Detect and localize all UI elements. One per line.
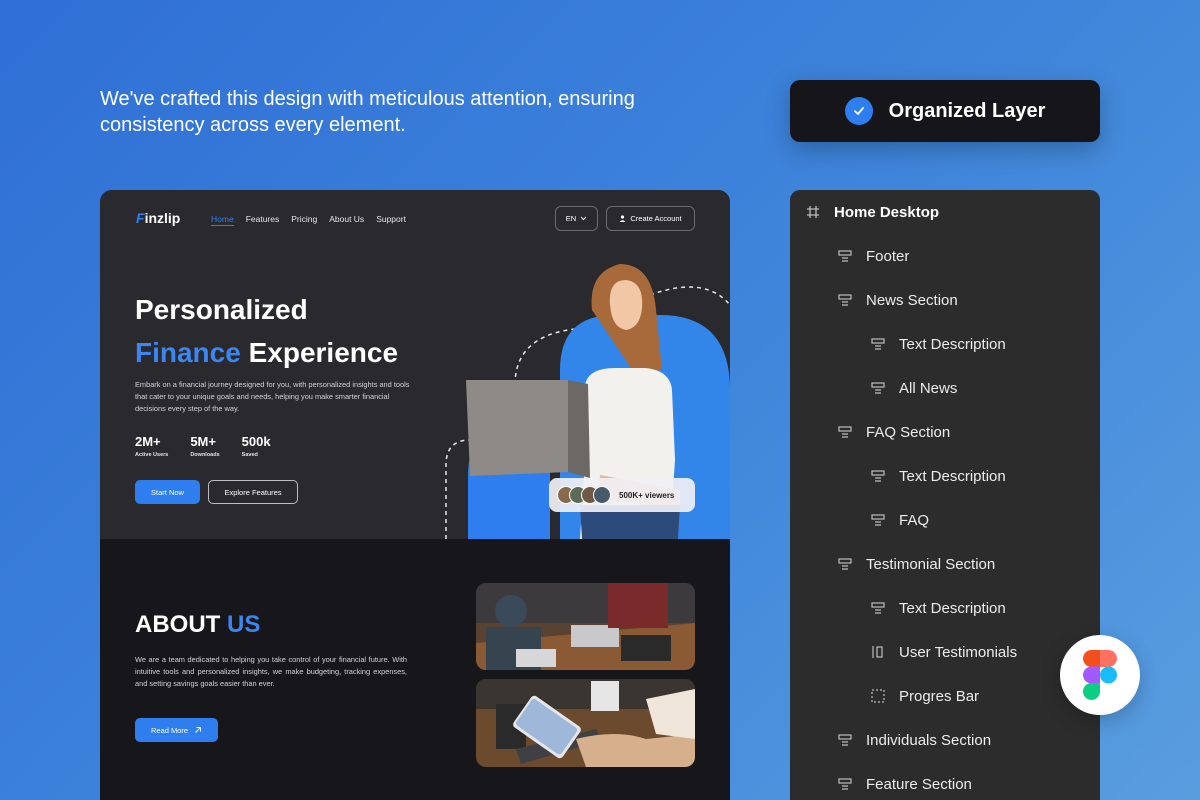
layer-feature-section[interactable]: Feature Section [836,772,972,796]
website-mockup: Finzlip Home Features Pricing About Us S… [100,190,730,800]
hero-description: Embark on a financial journey designed f… [135,380,410,413]
viewers-badge: 500K+ viewers [549,478,695,512]
start-now-button[interactable]: Start Now [135,480,200,504]
layer-testimonial-section[interactable]: Testimonial Section [836,552,995,576]
tagline: We've crafted this design with meticulou… [100,88,635,136]
organized-layer-badge: Organized Layer [790,80,1100,142]
layer-testimonial-text-description[interactable]: Text Description [869,596,1006,620]
viewer-avatars [557,486,611,504]
nav-features[interactable]: Features [246,214,280,226]
stat-saved: 500k Saved [241,434,271,458]
nav-support[interactable]: Support [376,214,406,226]
section-icon [869,467,887,485]
arrow-up-right-icon [195,727,202,733]
section-icon [869,599,887,617]
section-icon [869,511,887,529]
stat-downloads: 5M+ Downloads [190,434,220,458]
avatar [593,486,611,504]
layer-all-news[interactable]: All News [869,376,957,400]
about-description: We are a team dedicated to helping you t… [135,655,407,688]
section-icon [836,291,854,309]
frame-hash-icon [804,203,822,221]
layer-news-text-description[interactable]: Text Description [869,332,1006,356]
hero-title: Personalized Finance Experience [135,294,399,368]
nav-home[interactable]: Home [211,214,234,226]
section-icon [836,247,854,265]
section-icon [836,775,854,793]
badge-label: Organized Layer [888,99,1046,122]
section-icon [836,731,854,749]
chevron-down-icon [580,216,587,221]
explore-features-button[interactable]: Explore Features [208,480,298,504]
section-icon [869,379,887,397]
stat-active-users: 2M+ Active Users [135,434,169,458]
language-selector[interactable]: EN [555,206,598,231]
create-account-label: Create Account [630,214,682,223]
figma-logo [1060,635,1140,715]
language-label: EN [565,214,577,223]
section-icon [869,335,887,353]
nav-pricing[interactable]: Pricing [291,214,317,226]
section-icon [836,555,854,573]
nav-about-us[interactable]: About Us [329,214,364,226]
navbar: Finzlip Home Features Pricing About Us S… [100,190,730,248]
user-icon [619,215,626,222]
phone-payment-photo [476,679,695,767]
team-meeting-photo [476,583,695,670]
logo[interactable]: Finzlip [136,210,180,226]
horizontal-layout-icon [869,643,887,661]
section-icon [836,423,854,441]
layer-faq-text-description[interactable]: Text Description [869,464,1006,488]
hero-section: Finzlip Home Features Pricing About Us S… [100,190,730,539]
layer-faq-section[interactable]: FAQ Section [836,420,950,444]
about-title: ABOUT US [135,611,261,638]
layer-faq[interactable]: FAQ [869,508,929,532]
layer-news-section[interactable]: News Section [836,288,958,312]
nav-links: Home Features Pricing About Us Support [211,214,406,226]
layer-user-testimonials[interactable]: User Testimonials [869,640,1017,664]
layer-home-desktop[interactable]: Home Desktop [804,200,939,224]
layers-panel: Home Desktop Footer News Section Text De… [790,190,1100,800]
layer-individuals-section[interactable]: Individuals Section [836,728,991,752]
hero-stats: 2M+ Active Users 5M+ Downloads 500k Save… [135,434,271,458]
read-more-button[interactable]: Read More [135,718,218,742]
create-account-button[interactable]: Create Account [606,206,695,231]
layer-progres-bar[interactable]: Progres Bar [869,684,979,708]
read-more-label: Read More [150,725,189,735]
viewers-count: 500K+ viewers [619,490,675,500]
layer-footer[interactable]: Footer [836,244,909,268]
figma-icon [1083,650,1117,700]
about-section: ABOUT US We are a team dedicated to help… [100,539,730,800]
dashed-frame-icon [869,687,887,705]
check-icon [844,97,873,125]
